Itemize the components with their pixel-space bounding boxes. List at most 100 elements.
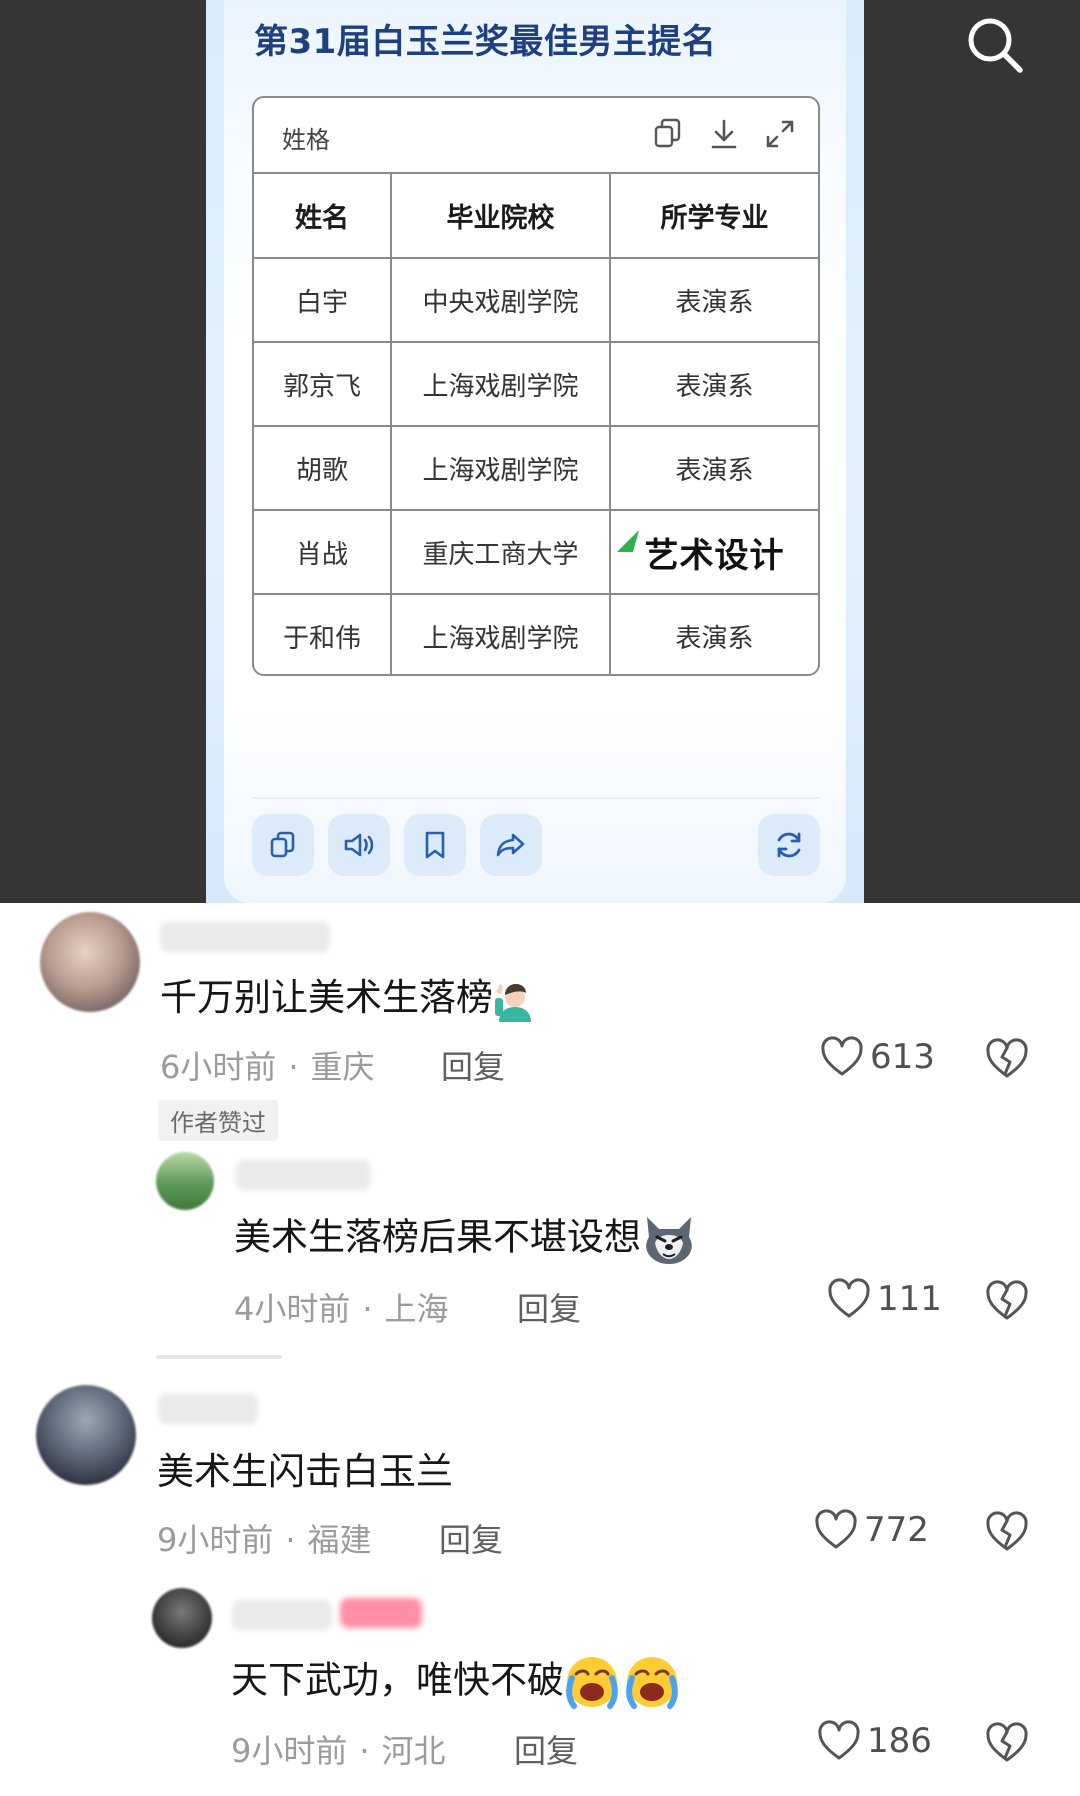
screenshot-phone: 第31届白玉兰奖最佳男主提名 姓格 姓名 毕业院校 所学专业 白宇 中央戏剧学院… <box>206 0 864 903</box>
dislike-button[interactable] <box>985 1722 1029 1764</box>
table-header-row: 姓名 毕业院校 所学专业 <box>254 174 818 259</box>
bookmark-button[interactable] <box>404 814 466 876</box>
comment-location: 福建 <box>307 1521 372 1559</box>
reply-button[interactable]: 回复 <box>441 1042 505 1088</box>
table-row: 胡歌 上海戏剧学院 表演系 <box>254 426 818 511</box>
username-blurred[interactable] <box>158 1394 258 1424</box>
share-button[interactable] <box>480 814 542 876</box>
comment-text-content: 千万别让美术生落榜 <box>160 976 493 1019</box>
table-cell: 胡歌 <box>254 426 392 511</box>
table-row: 白宇 中央戏剧学院 表演系 <box>254 258 818 343</box>
table-cell: 表演系 <box>610 426 818 511</box>
highlighted-major: 艺术设计 <box>616 529 785 576</box>
comment-time: 9小时前 <box>157 1521 274 1559</box>
like-count: 111 <box>877 1279 942 1319</box>
broken-heart-icon <box>986 1038 1028 1078</box>
like-button[interactable]: 111 <box>827 1278 942 1320</box>
comment-time: 9小时前 <box>231 1732 348 1770</box>
reply-button[interactable]: 回复 <box>439 1515 503 1561</box>
comment-meta: 9小时前 · 福建 <box>157 1521 372 1559</box>
username-blurred[interactable] <box>236 1160 371 1190</box>
read-aloud-button[interactable] <box>328 814 390 876</box>
reply-button[interactable]: 回复 <box>514 1726 578 1772</box>
search-button[interactable] <box>962 12 1028 78</box>
search-icon <box>968 18 1023 73</box>
table-cell: 表演系 <box>610 258 818 343</box>
comment-meta: 6小时前 · 重庆 <box>160 1048 375 1086</box>
share-icon <box>496 833 525 857</box>
user-badge-blurred <box>340 1598 422 1628</box>
table-cell: 于和伟 <box>254 594 392 674</box>
comment-location: 上海 <box>384 1290 449 1328</box>
comment-text: 美术生闪击白玉兰 <box>157 1449 453 1495</box>
avatar[interactable] <box>152 1588 212 1648</box>
regenerate-button[interactable] <box>758 814 820 876</box>
author-liked-tag: 作者赞过 <box>158 1100 278 1141</box>
wolf-face-emoji <box>646 1217 692 1264</box>
heart-icon <box>815 1509 857 1549</box>
table-cell: 白宇 <box>254 258 392 343</box>
like-button[interactable]: 772 <box>814 1509 929 1551</box>
video-frame[interactable]: 第31届白玉兰奖最佳男主提名 姓格 姓名 毕业院校 所学专业 白宇 中央戏剧学院… <box>0 0 1080 903</box>
header-cell: 毕业院校 <box>391 174 611 259</box>
heart-icon <box>828 1278 870 1318</box>
like-button[interactable]: 186 <box>817 1720 932 1762</box>
comment-meta: 4小时前 · 上海 <box>234 1290 449 1328</box>
like-button[interactable]: 613 <box>820 1036 935 1078</box>
broken-heart-icon <box>986 1280 1028 1320</box>
card-title: 第31届白玉兰奖最佳男主提名 <box>254 22 717 62</box>
comment-text: 美术生落榜后果不堪设想 <box>234 1213 697 1265</box>
table-cell: 表演系 <box>675 624 754 654</box>
dislike-button[interactable] <box>985 1280 1029 1322</box>
comment-time: 4小时前 <box>234 1290 351 1328</box>
avatar[interactable] <box>156 1152 214 1210</box>
table-cell: 中央戏剧学院 <box>391 258 611 343</box>
table-cell: 肖战 <box>254 510 392 595</box>
comment-text: 天下武功，唯快不破 <box>231 1654 682 1710</box>
table-cell: 郭京飞 <box>254 342 392 427</box>
dislike-button[interactable] <box>985 1038 1029 1080</box>
table-cell: 上海戏剧学院 <box>391 342 611 427</box>
comment-text-content: 美术生落榜后果不堪设想 <box>234 1215 641 1259</box>
avatar[interactable] <box>40 912 140 1012</box>
username-blurred[interactable] <box>232 1600 332 1630</box>
table-cell: 表演系 <box>610 342 818 427</box>
broken-heart-icon <box>986 1511 1028 1551</box>
bookmark-icon <box>425 831 445 859</box>
header-cell: 所学专业 <box>610 174 818 259</box>
table-cell: 上海戏剧学院 <box>391 594 611 674</box>
broken-heart-icon <box>986 1722 1028 1762</box>
copy-icon[interactable] <box>650 116 686 152</box>
comment-location: 重庆 <box>310 1048 375 1086</box>
highlighted-cell: 艺术设计 <box>610 510 818 595</box>
table-row: 郭京飞 上海戏剧学院 表演系 <box>254 342 818 427</box>
ai-answer-card: 第31届白玉兰奖最佳男主提名 姓格 姓名 毕业院校 所学专业 白宇 中央戏剧学院… <box>224 0 846 903</box>
expand-icon[interactable] <box>762 116 798 152</box>
copy-icon <box>270 831 295 858</box>
like-count: 186 <box>867 1721 932 1761</box>
refresh-icon <box>777 832 801 858</box>
reply-button[interactable]: 回复 <box>517 1284 581 1330</box>
table-caption: 姓格 <box>282 126 330 154</box>
comment-text-content: 美术生闪击白玉兰 <box>157 1450 453 1493</box>
download-icon[interactable] <box>706 116 742 152</box>
divider <box>252 797 820 799</box>
avatar[interactable] <box>36 1385 136 1485</box>
comment-text-content: 天下武功，唯快不破 <box>231 1658 564 1702</box>
comment-time: 6小时前 <box>160 1048 277 1086</box>
table-row: 于和伟 上海戏剧学院 表演系 <box>254 594 818 674</box>
username-blurred[interactable] <box>160 922 330 952</box>
heart-icon <box>818 1720 860 1760</box>
copy-action-button[interactable] <box>252 814 314 876</box>
highlight-mark-icon <box>616 529 639 552</box>
nominee-table: 姓格 姓名 毕业院校 所学专业 白宇 中央戏剧学院 表演系 郭京飞 上海戏剧学院… <box>252 96 820 676</box>
heart-icon <box>821 1036 863 1076</box>
data-table: 姓名 毕业院校 所学专业 白宇 中央戏剧学院 表演系 郭京飞 上海戏剧学院 表演… <box>254 174 818 674</box>
header-cell: 姓名 <box>254 174 392 259</box>
table-row: 肖战 重庆工商大学 艺术设计 <box>254 510 818 595</box>
thread-collapse-line[interactable] <box>156 1355 282 1359</box>
table-toolbar: 姓格 <box>254 98 818 174</box>
dislike-button[interactable] <box>985 1511 1029 1553</box>
table-cell: 重庆工商大学 <box>391 510 611 595</box>
comment-text: 千万别让美术生落榜 <box>160 975 537 1022</box>
